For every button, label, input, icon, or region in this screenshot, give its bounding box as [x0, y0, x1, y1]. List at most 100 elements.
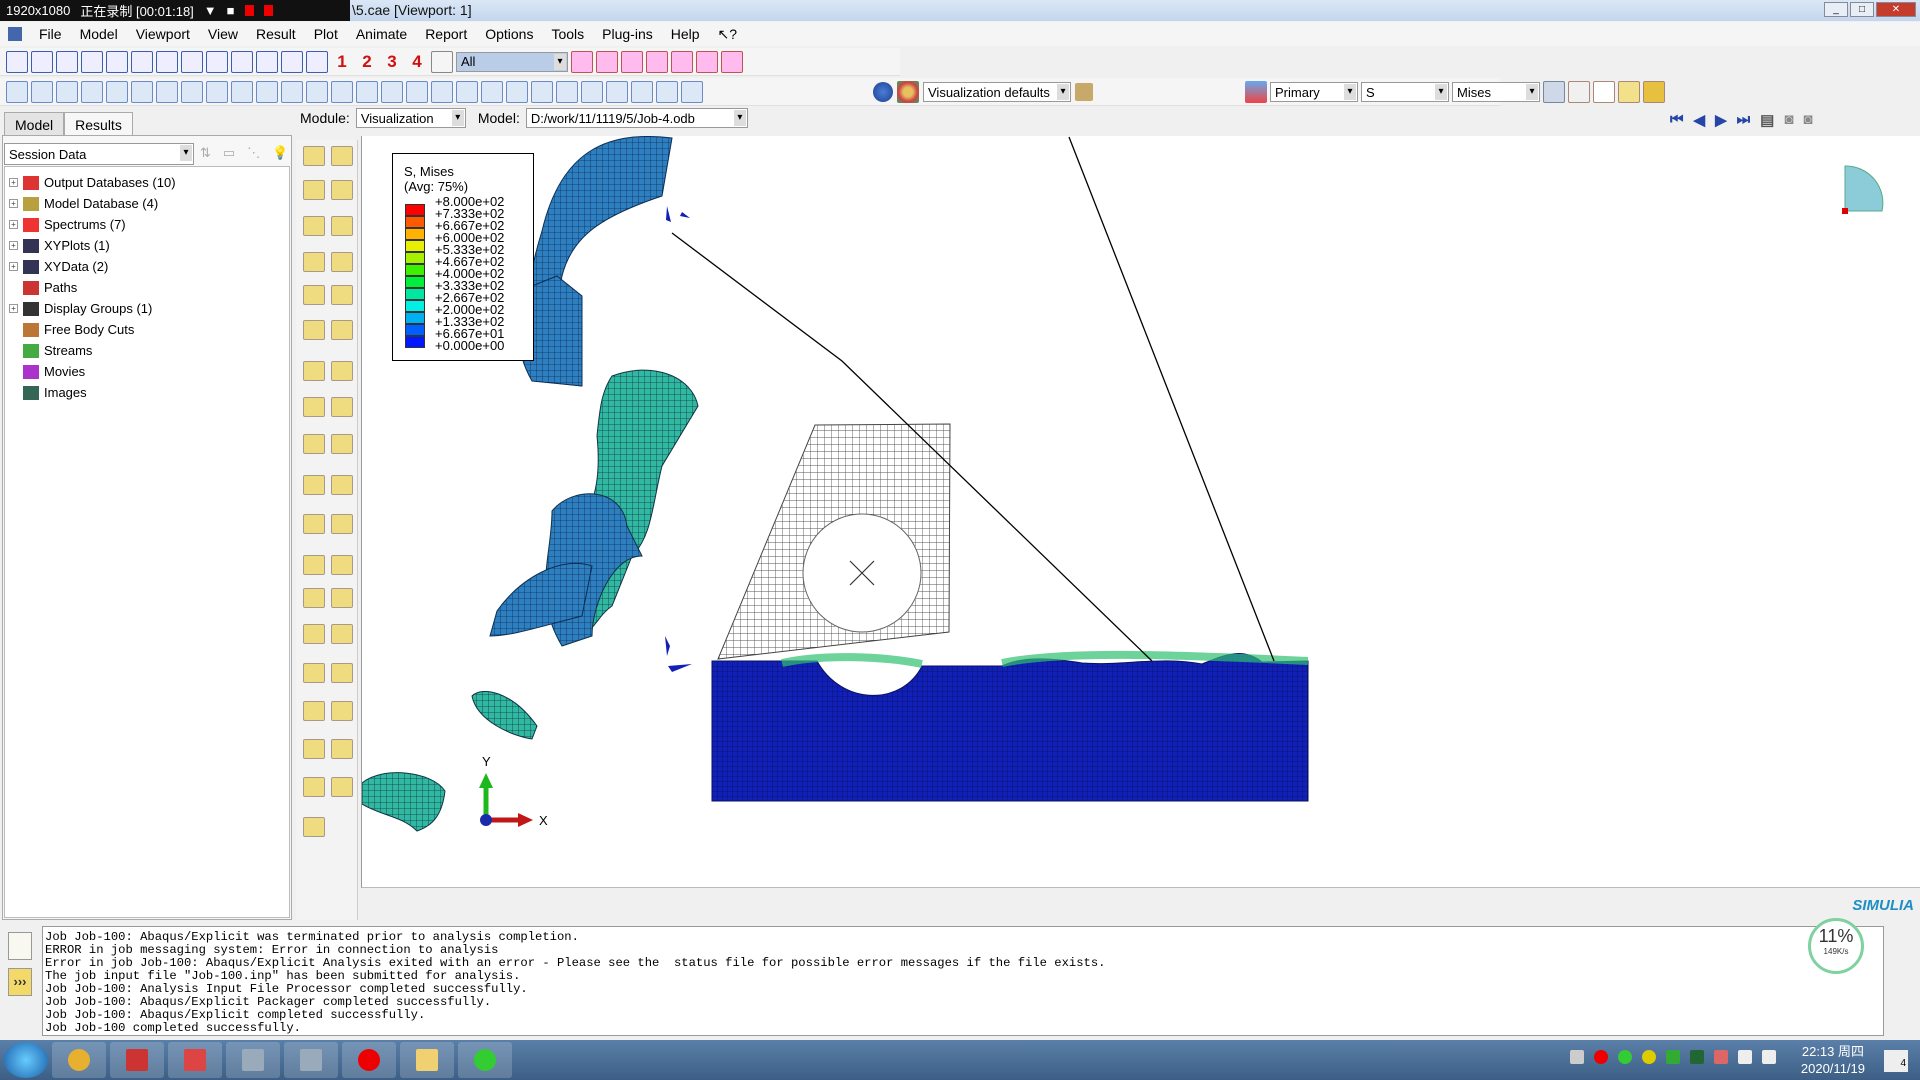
command-line-button[interactable]: ››› [8, 968, 32, 996]
menu-view[interactable]: View [199, 26, 247, 42]
toolbox-tool-11-1-icon[interactable] [331, 554, 353, 575]
save-file-icon[interactable] [56, 50, 78, 73]
menu-report[interactable]: Report [416, 26, 476, 42]
tree-item[interactable]: Streams [5, 340, 289, 361]
stop-icon[interactable] [263, 5, 273, 16]
toolbox-tool-13-1-icon[interactable] [331, 624, 353, 645]
menu-options[interactable]: Options [476, 26, 542, 42]
toolbox-tool-6-1-icon[interactable] [331, 360, 353, 381]
tree-item[interactable]: + Model Database (4) [5, 193, 289, 214]
info-icon[interactable] [873, 82, 893, 102]
module-select[interactable]: Visualization [355, 108, 466, 128]
pick-tool-icon[interactable] [381, 80, 403, 103]
import-icon[interactable] [106, 50, 128, 73]
app-icon[interactable] [8, 27, 22, 41]
filled-icon[interactable] [1618, 81, 1640, 103]
toolbox-tool-7-1-icon[interactable] [331, 397, 353, 418]
signal-icon[interactable] [1738, 1050, 1752, 1064]
display-group-icon[interactable] [456, 80, 478, 103]
refresh-icon[interactable] [1543, 81, 1565, 103]
toolbox-tool-0-0-icon[interactable] [303, 146, 325, 166]
filter-icon[interactable]: ▭ [223, 145, 235, 161]
view-iso-icon[interactable] [306, 50, 328, 73]
viewport-cascade-icon[interactable] [31, 80, 53, 103]
taskbar-app-abaqus-2[interactable] [284, 1042, 338, 1078]
expand-icon[interactable]: + [9, 262, 18, 271]
view-bottom-icon[interactable] [231, 50, 253, 73]
tree-item[interactable]: + Display Groups (1) [5, 298, 289, 319]
toolbox-tool-3-1-icon[interactable] [331, 252, 353, 273]
tree-item[interactable]: Movies [5, 361, 289, 382]
frame-selector-icon[interactable]: ▤ [1760, 111, 1774, 129]
annotation-manager-icon[interactable] [256, 80, 278, 103]
toolbox-tool-12-1-icon[interactable] [331, 587, 353, 608]
close-button[interactable]: ✕ [1876, 2, 1916, 17]
toolbox-tool-16-0-icon[interactable] [303, 738, 325, 759]
rotate-icon[interactable] [531, 80, 553, 103]
toolbox-tool-16-1-icon[interactable] [331, 738, 353, 759]
query-icon[interactable] [621, 50, 643, 73]
tree-item[interactable]: + Output Databases (10) [5, 172, 289, 193]
g-plugin-icon[interactable] [696, 50, 718, 73]
clock[interactable]: 22:13 周四 2020/11/19 [1801, 1043, 1865, 1077]
viewport-annotations-icon[interactable] [131, 80, 153, 103]
usb-icon[interactable] [1666, 1050, 1680, 1064]
toolbox-tool-9-1-icon[interactable] [331, 475, 353, 496]
camera-icon[interactable]: ◙ [1803, 111, 1812, 129]
taskbar-app-recorder[interactable] [342, 1042, 396, 1078]
view-cut-icon[interactable] [356, 80, 378, 103]
sort-icon[interactable]: ⇅ [200, 145, 211, 161]
text-annotation-icon[interactable] [206, 80, 228, 103]
menu-[interactable]: ↖? [709, 26, 747, 43]
taskbar-app-powerpoint[interactable] [110, 1042, 164, 1078]
toolbox-tool-9-0-icon[interactable] [303, 475, 325, 496]
tab-results[interactable]: Results [64, 112, 133, 137]
taskbar-app-explorer[interactable] [400, 1042, 454, 1078]
redo-icon[interactable] [431, 80, 453, 103]
menu-model[interactable]: Model [71, 26, 127, 42]
volume-icon[interactable] [1762, 1050, 1776, 1064]
annotation-select-icon[interactable] [231, 80, 253, 103]
toolbox-tool-1-0-icon[interactable] [303, 180, 325, 201]
boolean-union-icon[interactable] [306, 80, 328, 103]
expand-icon[interactable]: + [9, 241, 18, 250]
viewport[interactable]: Y X [361, 135, 1920, 888]
minimize-button[interactable]: _ [1824, 2, 1848, 17]
menu-help[interactable]: Help [662, 26, 709, 42]
first-frame-icon[interactable]: ⏮ [1670, 111, 1684, 129]
taskbar-app-wechat[interactable] [458, 1042, 512, 1078]
menu-viewport[interactable]: Viewport [127, 26, 199, 42]
keyboard-icon[interactable] [1570, 1050, 1584, 1064]
mc-plugin-icon[interactable] [671, 50, 693, 73]
viewport-single-icon[interactable] [6, 80, 28, 103]
chart-plugin-icon[interactable] [721, 50, 743, 73]
wechat-tray-icon[interactable] [1618, 1050, 1632, 1064]
view-front-icon[interactable] [156, 50, 178, 73]
taskbar-app-abaqus[interactable] [226, 1042, 280, 1078]
tree-item[interactable]: + XYPlots (1) [5, 235, 289, 256]
view-right-icon[interactable] [281, 50, 303, 73]
toolbox-tool-11-0-icon[interactable] [303, 554, 325, 575]
auto-fit-icon[interactable] [606, 80, 628, 103]
toolbox-tool-14-1-icon[interactable] [331, 663, 353, 684]
print-icon[interactable] [81, 50, 103, 73]
toolbox-tool-17-0-icon[interactable] [303, 776, 325, 797]
annotation-list-icon[interactable] [281, 80, 303, 103]
toolbox-tool-18-0-icon[interactable] [303, 817, 325, 837]
select-polygon-icon[interactable] [596, 50, 618, 73]
tree-item[interactable]: Images [5, 382, 289, 403]
variable-select[interactable]: S [1361, 82, 1449, 102]
menu-plot[interactable]: Plot [305, 26, 347, 42]
pause-icon[interactable] [244, 5, 254, 16]
menu-plugins[interactable]: Plug-ins [593, 26, 662, 42]
title-toggle-icon[interactable] [681, 80, 703, 103]
viewport-tile-h-icon[interactable] [56, 80, 78, 103]
tab-model[interactable]: Model [4, 112, 65, 137]
next-frame-icon[interactable]: ▶ [1715, 111, 1727, 129]
toolbox-tool-8-0-icon[interactable] [303, 433, 325, 454]
expand-icon[interactable]: + [9, 178, 18, 187]
open-file-icon[interactable] [31, 50, 53, 73]
legend-toggle-icon[interactable] [656, 80, 678, 103]
toolbox-tool-7-0-icon[interactable] [303, 397, 325, 418]
user-view-1-button[interactable]: 1 [331, 52, 353, 72]
